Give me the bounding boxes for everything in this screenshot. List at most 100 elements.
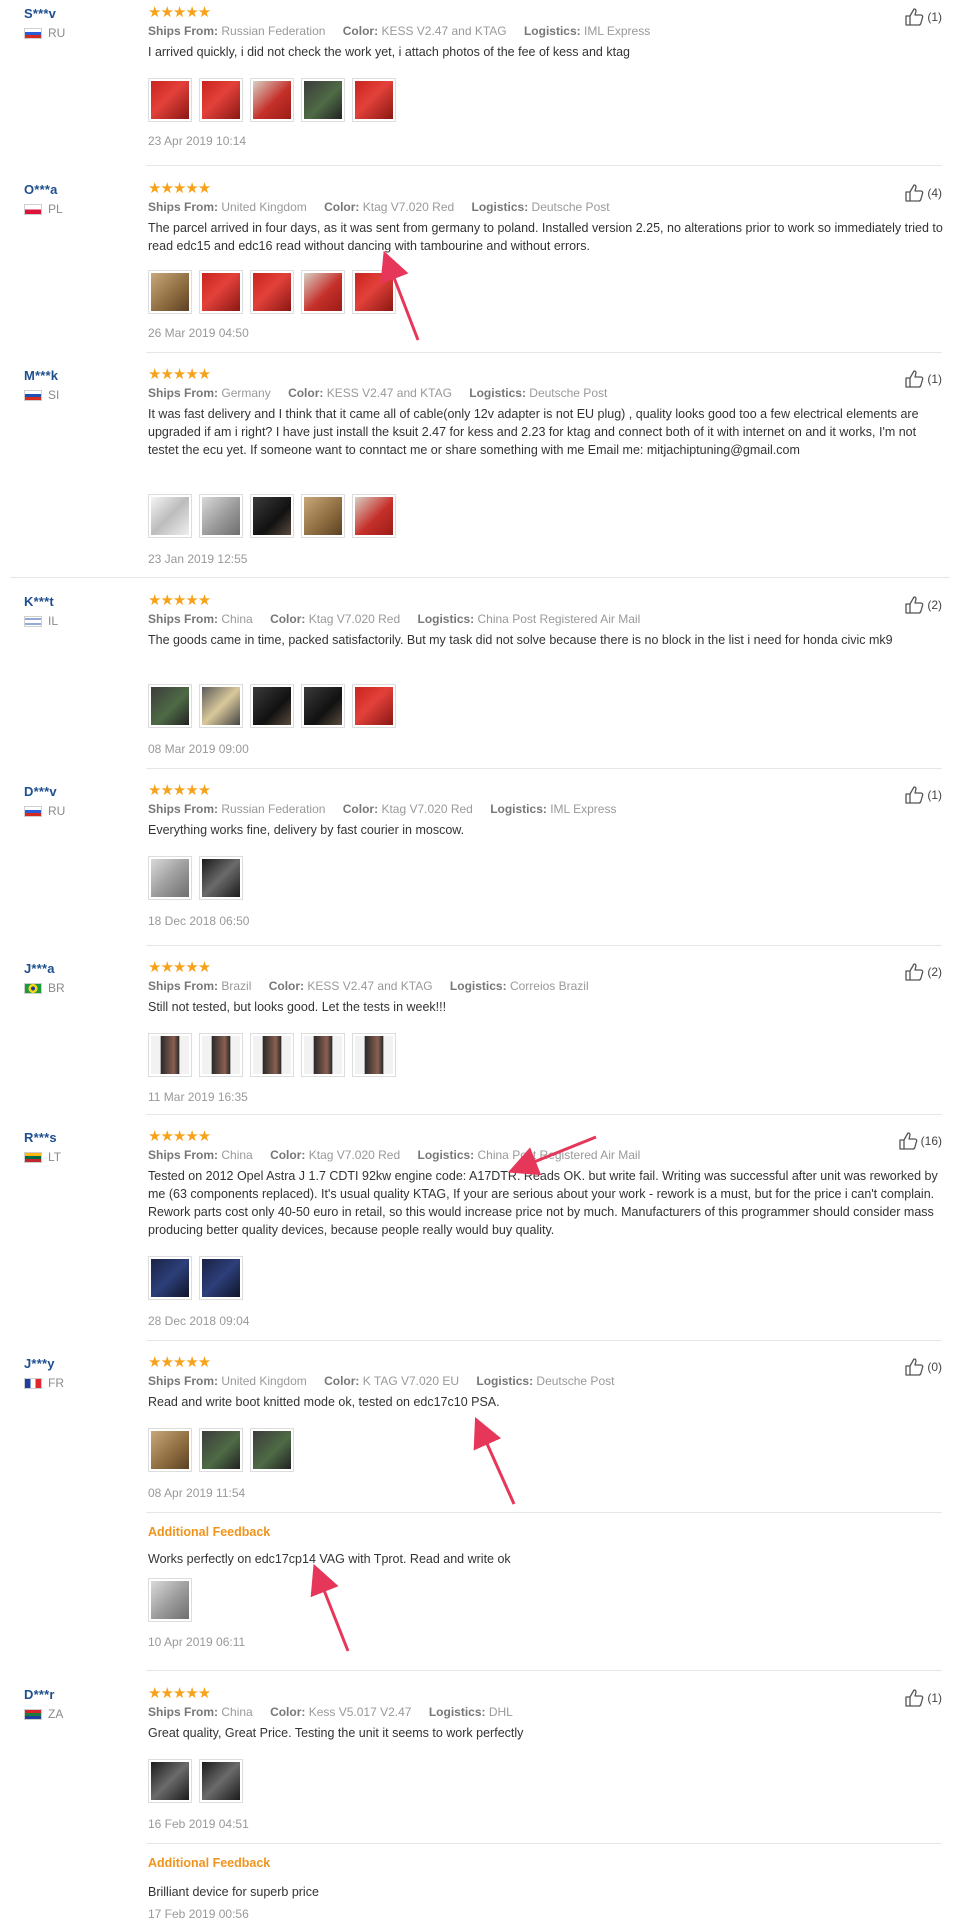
review-photo[interactable] [301, 1033, 345, 1077]
review-photo[interactable] [199, 1256, 243, 1300]
review-photos [148, 684, 396, 728]
rating-stars: ★★★★★ [148, 4, 211, 21]
reviewer-name[interactable]: D***r [24, 1687, 55, 1702]
review-photo[interactable] [148, 1033, 192, 1077]
like-button[interactable]: (16) [898, 1132, 942, 1150]
order-meta: Ships From: Russian Federation Color: Kt… [148, 802, 617, 816]
country-code: ZA [48, 1707, 64, 1721]
like-button[interactable]: (1) [904, 370, 942, 388]
review-photo[interactable] [148, 1256, 192, 1300]
divider [146, 1340, 942, 1341]
order-meta: Ships From: Russian Federation Color: KE… [148, 24, 651, 38]
review-photo[interactable] [148, 494, 192, 538]
review-photo[interactable] [301, 684, 345, 728]
review-photo[interactable] [148, 1759, 192, 1803]
reviewer-country: LT [24, 1150, 61, 1164]
reviewer-name[interactable]: J***a [24, 961, 55, 976]
like-button[interactable]: (1) [904, 8, 942, 26]
like-button[interactable]: (2) [904, 596, 942, 614]
review-text: Tested on 2012 Opel Astra J 1.7 CDTI 92k… [148, 1169, 938, 1237]
reviewer-country: IL [24, 614, 58, 628]
reviewer-name[interactable]: M***k [24, 368, 58, 383]
review-photo[interactable] [352, 270, 396, 314]
order-meta: Ships From: Germany Color: KESS V2.47 an… [148, 386, 608, 400]
thumbs-up-icon [905, 1358, 924, 1376]
divider [146, 352, 942, 353]
review-photo[interactable] [148, 270, 192, 314]
review-photo[interactable] [148, 78, 192, 122]
review-photo[interactable] [148, 1578, 192, 1622]
review-photo[interactable] [250, 1033, 294, 1077]
review-photo[interactable] [301, 78, 345, 122]
reviewer-name[interactable]: S***v [24, 6, 56, 21]
like-button[interactable]: (2) [904, 963, 942, 981]
like-button[interactable]: (0) [904, 1358, 942, 1376]
review-photo[interactable] [199, 1759, 243, 1803]
annotation-arrows [310, 250, 597, 1652]
rating-stars: ★★★★★ [148, 592, 211, 609]
annotation-arrow [473, 1417, 516, 1505]
rating-stars: ★★★★★ [148, 1128, 211, 1145]
order-meta: Ships From: Brazil Color: KESS V2.47 and… [148, 979, 589, 993]
rating-stars: ★★★★★ [148, 180, 211, 197]
review-text: Everything works fine, delivery by fast … [148, 823, 465, 837]
review-photo[interactable] [199, 684, 243, 728]
country-code: BR [48, 981, 65, 995]
reviewer-country: FR [24, 1376, 64, 1390]
like-count: (1) [927, 10, 942, 24]
like-button[interactable]: (1) [904, 1689, 942, 1707]
israel-flag-icon [24, 615, 42, 627]
reviewer-country: RU [24, 804, 65, 818]
thumbs-up-icon [905, 8, 924, 26]
review-date: 18 Dec 2018 06:50 [148, 914, 250, 928]
review-text: The goods came in time, packed satisfact… [148, 633, 893, 647]
reviewer-name[interactable]: K***t [24, 594, 54, 609]
review-photo[interactable] [352, 684, 396, 728]
review-photo[interactable] [148, 684, 192, 728]
rating-stars: ★★★★★ [148, 1685, 211, 1702]
review-photo[interactable] [352, 1033, 396, 1077]
reviewer-name[interactable]: O***a [24, 182, 58, 197]
additional-feedback-label: Additional Feedback [148, 1856, 271, 1870]
like-count: (1) [927, 1691, 942, 1705]
reviewer-name[interactable]: D***v [24, 784, 57, 799]
review-photo[interactable] [352, 78, 396, 122]
review-text: It was fast delivery and I think that it… [148, 407, 919, 457]
like-button[interactable]: (4) [904, 184, 942, 202]
thumbs-up-icon [899, 1132, 917, 1150]
review-photo[interactable] [250, 1428, 294, 1472]
reviewer-name[interactable]: J***y [24, 1356, 55, 1371]
review-photo[interactable] [199, 78, 243, 122]
country-code: RU [48, 26, 66, 40]
like-count: (2) [927, 598, 942, 612]
country-code: LT [48, 1150, 62, 1164]
thumbs-up-icon [905, 786, 924, 804]
review-photo[interactable] [199, 856, 243, 900]
country-code: PL [48, 202, 63, 216]
review-photo[interactable] [301, 270, 345, 314]
review-photo[interactable] [250, 494, 294, 538]
rating-stars: ★★★★★ [148, 366, 211, 383]
france-flag-icon [24, 1377, 42, 1389]
reviewer-country: ZA [24, 1707, 63, 1721]
divider [146, 1843, 942, 1844]
like-count: (0) [927, 1360, 942, 1374]
review-photo[interactable] [250, 270, 294, 314]
review-photo[interactable] [148, 1428, 192, 1472]
review-photo[interactable] [352, 494, 396, 538]
review-photo[interactable] [301, 494, 345, 538]
review-photo[interactable] [250, 78, 294, 122]
poland-flag-icon [24, 203, 42, 215]
review-text: The parcel arrived in four days, as it w… [148, 221, 943, 253]
review-photo[interactable] [199, 1428, 243, 1472]
like-button[interactable]: (1) [904, 786, 942, 804]
review-text: Great quality, Great Price. Testing the … [148, 1726, 524, 1740]
reviewer-name[interactable]: R***s [24, 1130, 57, 1145]
review-photo[interactable] [199, 494, 243, 538]
review-photo[interactable] [148, 856, 192, 900]
review-photo[interactable] [199, 1033, 243, 1077]
divider [146, 768, 942, 769]
rating-stars: ★★★★★ [148, 1354, 211, 1371]
review-photo[interactable] [199, 270, 243, 314]
review-photo[interactable] [250, 684, 294, 728]
